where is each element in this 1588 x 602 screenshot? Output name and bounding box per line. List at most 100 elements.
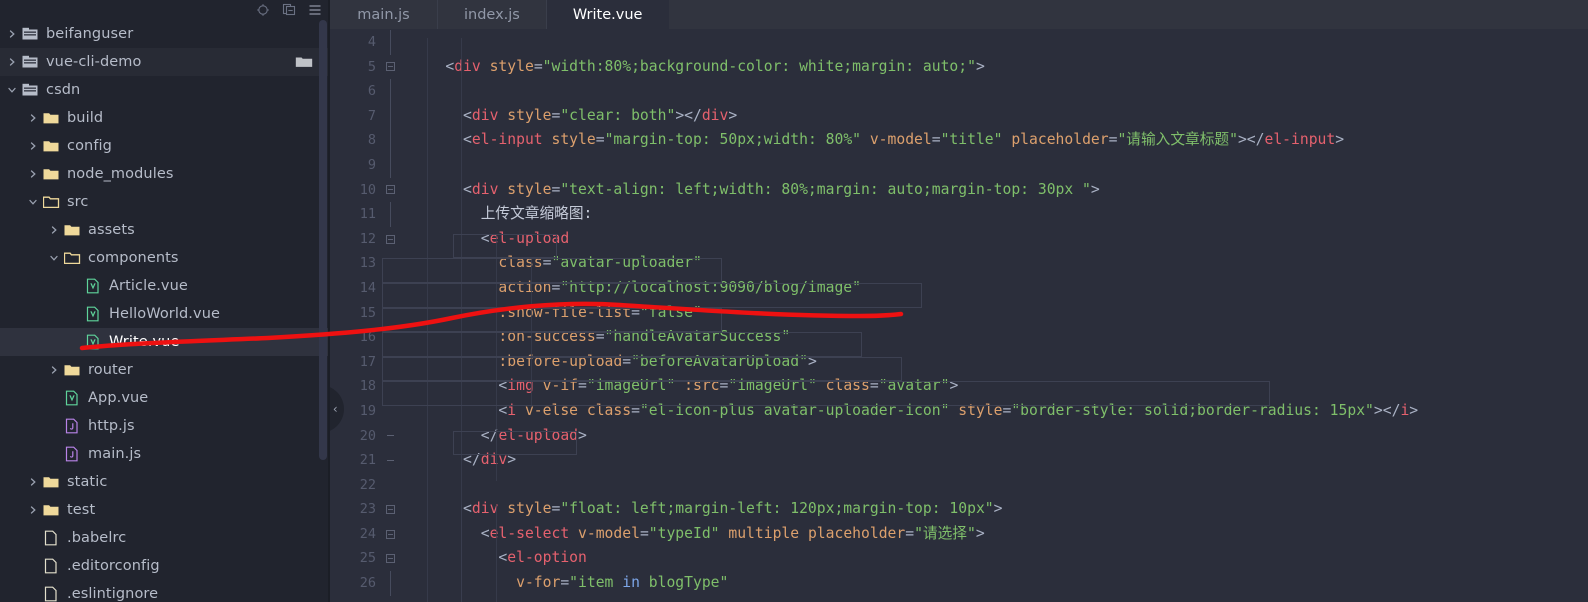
tree-item-csdn[interactable]: csdn [0, 76, 330, 104]
token-punc: = [869, 377, 879, 395]
chevron-right-icon[interactable] [27, 112, 39, 124]
chevron-right-icon[interactable] [27, 504, 39, 516]
code-line: 9 [330, 152, 1588, 178]
tree-item-label: .editorconfig [67, 558, 160, 574]
tree-item--editorconfig[interactable]: .editorconfig [0, 552, 330, 580]
tree-item-beifanguser[interactable]: beifanguser [0, 20, 330, 48]
chevron-right-icon[interactable] [27, 476, 39, 488]
code-line: 16 :on-success="handleAvatarSuccess" [330, 325, 1588, 350]
tab-index-js[interactable]: index.js [438, 0, 547, 29]
token-str: "width:80%;background-color: white;margi… [542, 57, 976, 75]
fold-marker[interactable] [380, 505, 400, 515]
line-number: 9 [367, 156, 376, 173]
folder-icon [42, 502, 60, 518]
tree-item-node-modules[interactable]: node_modules [0, 160, 330, 188]
chevron-right-icon[interactable] [6, 56, 18, 68]
tab-main-js[interactable]: main.js [330, 0, 438, 29]
chevron-right-icon[interactable] [48, 224, 60, 236]
locate-target-icon[interactable] [256, 3, 270, 17]
code-text: </el-upload> [400, 424, 1588, 449]
vue-file-icon [63, 390, 81, 406]
chevron-left-icon: ‹ [331, 401, 339, 416]
fold-marker [380, 152, 400, 178]
fold-marker [380, 202, 400, 227]
tree-item-components[interactable]: components [0, 244, 330, 272]
code-line: 26 v-for="item in blogType" [330, 571, 1588, 596]
tab-write-vue[interactable]: Write.vue [546, 0, 670, 29]
folder-icon [42, 110, 60, 126]
tree-item-assets[interactable]: assets [0, 216, 330, 244]
token-attr: style [507, 500, 552, 518]
line-number: 17 [359, 353, 376, 370]
sidebar-scrollbar[interactable] [319, 20, 327, 460]
fold-marker [380, 79, 400, 104]
tree-item-label: Write.vue [109, 334, 180, 350]
tree-item--babelrc[interactable]: .babelrc [0, 524, 330, 552]
tree-item-label: test [67, 502, 96, 518]
tree-item-http-js[interactable]: http.js [0, 412, 330, 440]
line-number: 10 [359, 181, 376, 198]
tree-item-static[interactable]: static [0, 468, 330, 496]
token-attr: class [586, 401, 632, 419]
tree-item-label: csdn [46, 82, 81, 98]
chevron-right-icon[interactable] [27, 140, 39, 152]
tree-item-config[interactable]: config [0, 132, 330, 160]
tree-item-write-vue[interactable]: Write.vue [0, 328, 330, 356]
fold-marker[interactable] [380, 185, 400, 195]
code-text: 上传文章缩略图: [400, 202, 1588, 227]
token-punc: = [631, 303, 640, 321]
line-number: 7 [367, 107, 376, 124]
token-attr: v-for [410, 574, 561, 592]
token-punc: > [507, 451, 517, 469]
fold-marker[interactable] [380, 234, 400, 244]
chevron-right-icon[interactable] [6, 28, 18, 40]
code-text: <el-select v-model="typeId" multiple pla… [400, 522, 1588, 547]
folder-icon [63, 222, 81, 238]
chevron-right-icon[interactable] [27, 168, 39, 180]
fold-marker[interactable] [380, 554, 400, 564]
token-punc: = [551, 278, 561, 296]
code-text: :on-success="handleAvatarSuccess" [400, 325, 1588, 350]
tree-item-src[interactable]: src [0, 188, 330, 216]
tree-item-app-vue[interactable]: App.vue [0, 384, 330, 412]
hamburger-menu-icon[interactable] [308, 3, 322, 17]
tree-item-label: http.js [88, 418, 135, 434]
token-punc: = [578, 377, 587, 395]
tree-item-vue-cli-demo[interactable]: vue-cli-demo [0, 48, 330, 76]
tree-item-article-vue[interactable]: Article.vue [0, 272, 330, 300]
code-editor[interactable]: 45 <div style="width:80%;background-colo… [330, 30, 1588, 602]
code-line: 18 <img v-if="imageUrl" :src="imageUrl" … [330, 374, 1588, 399]
vue-file-icon [84, 278, 102, 294]
code-text: <img v-if="imageUrl" :src="imageUrl" cla… [400, 374, 1588, 399]
tree-item-main-js[interactable]: main.js [0, 440, 330, 468]
file-tree: beifanguser vue-cli-demo csdn build config no… [0, 20, 330, 602]
code-text: <div style="text-align: left;width: 80%;… [400, 178, 1588, 203]
tree-item-build[interactable]: build [0, 104, 330, 132]
chevron-down-icon[interactable] [48, 252, 60, 264]
line-number: 25 [359, 550, 376, 567]
tree-item-router[interactable]: router [0, 356, 330, 384]
chevron-down-icon[interactable] [27, 196, 39, 208]
line-number: 24 [359, 525, 376, 542]
tree-item--eslintignore[interactable]: .eslintignore [0, 580, 330, 602]
collapse-all-icon[interactable] [282, 3, 296, 17]
fold-marker[interactable] [380, 62, 400, 72]
line-number: 6 [367, 83, 376, 100]
fold-marker[interactable] [380, 529, 400, 539]
chevron-down-icon[interactable] [6, 84, 18, 96]
tree-item-label: static [67, 474, 108, 490]
code-text: <el-upload [400, 227, 1588, 252]
token-tag: el-input [1264, 131, 1336, 149]
folder-icon [42, 138, 60, 154]
tree-item-test[interactable]: test [0, 496, 330, 524]
tree-item-label: node_modules [67, 166, 174, 182]
chevron-right-icon[interactable] [48, 364, 60, 376]
tree-item-label: Article.vue [109, 278, 188, 294]
token-kw: in [622, 574, 640, 592]
tree-item-helloworld-vue[interactable]: HelloWorld.vue [0, 300, 330, 328]
